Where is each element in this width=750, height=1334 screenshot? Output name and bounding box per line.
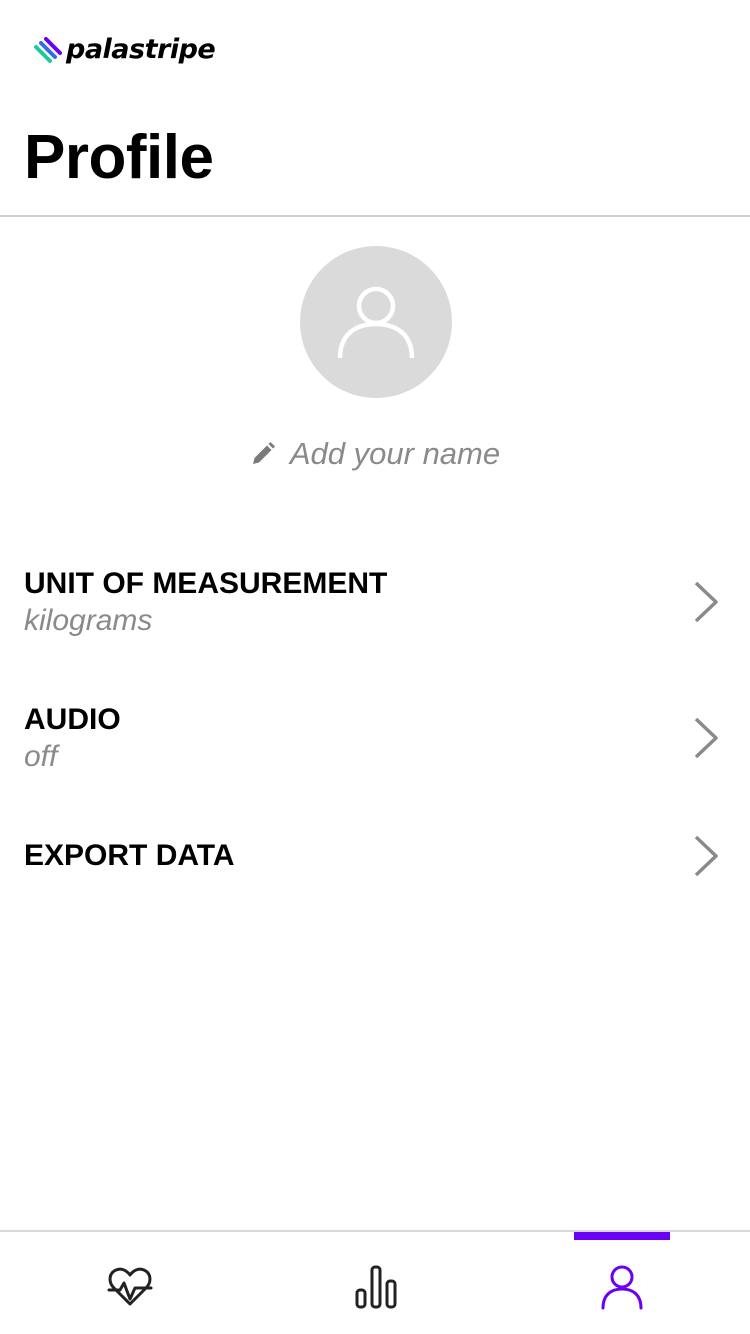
add-name-button[interactable]: Add your name [0, 432, 750, 476]
user-avatar-icon [337, 286, 415, 359]
chevron-right-icon [694, 717, 718, 759]
heart-pulse-icon [107, 1267, 153, 1306]
header-divider [0, 215, 750, 217]
setting-title: UNIT OF MEASUREMENT [24, 567, 388, 600]
active-tab-indicator [574, 1232, 670, 1240]
setting-audio[interactable]: AUDIO off [0, 698, 750, 788]
chevron-right-icon [694, 835, 718, 877]
setting-export-data[interactable]: EXPORT DATA [0, 834, 750, 924]
brand-name: palastripe [66, 34, 216, 65]
page-title: Profile [24, 123, 214, 192]
tab-health[interactable] [5, 1232, 255, 1334]
setting-unit-of-measurement[interactable]: UNIT OF MEASUREMENT kilograms [0, 562, 750, 652]
app-logo: palastripe [34, 30, 216, 70]
person-icon [601, 1265, 643, 1310]
setting-value: kilograms [24, 604, 153, 637]
bottom-nav [0, 1230, 750, 1334]
tab-stats[interactable] [251, 1232, 501, 1334]
setting-value: off [24, 740, 58, 773]
palastripe-logo-icon [34, 37, 62, 63]
tab-profile[interactable] [497, 1232, 747, 1334]
name-placeholder: Add your name [289, 436, 501, 471]
bar-chart-icon [355, 1265, 397, 1309]
chevron-right-icon [694, 581, 718, 623]
setting-title: AUDIO [24, 703, 121, 736]
setting-title: EXPORT DATA [24, 839, 235, 872]
avatar[interactable] [300, 246, 452, 398]
pencil-icon [252, 442, 275, 464]
